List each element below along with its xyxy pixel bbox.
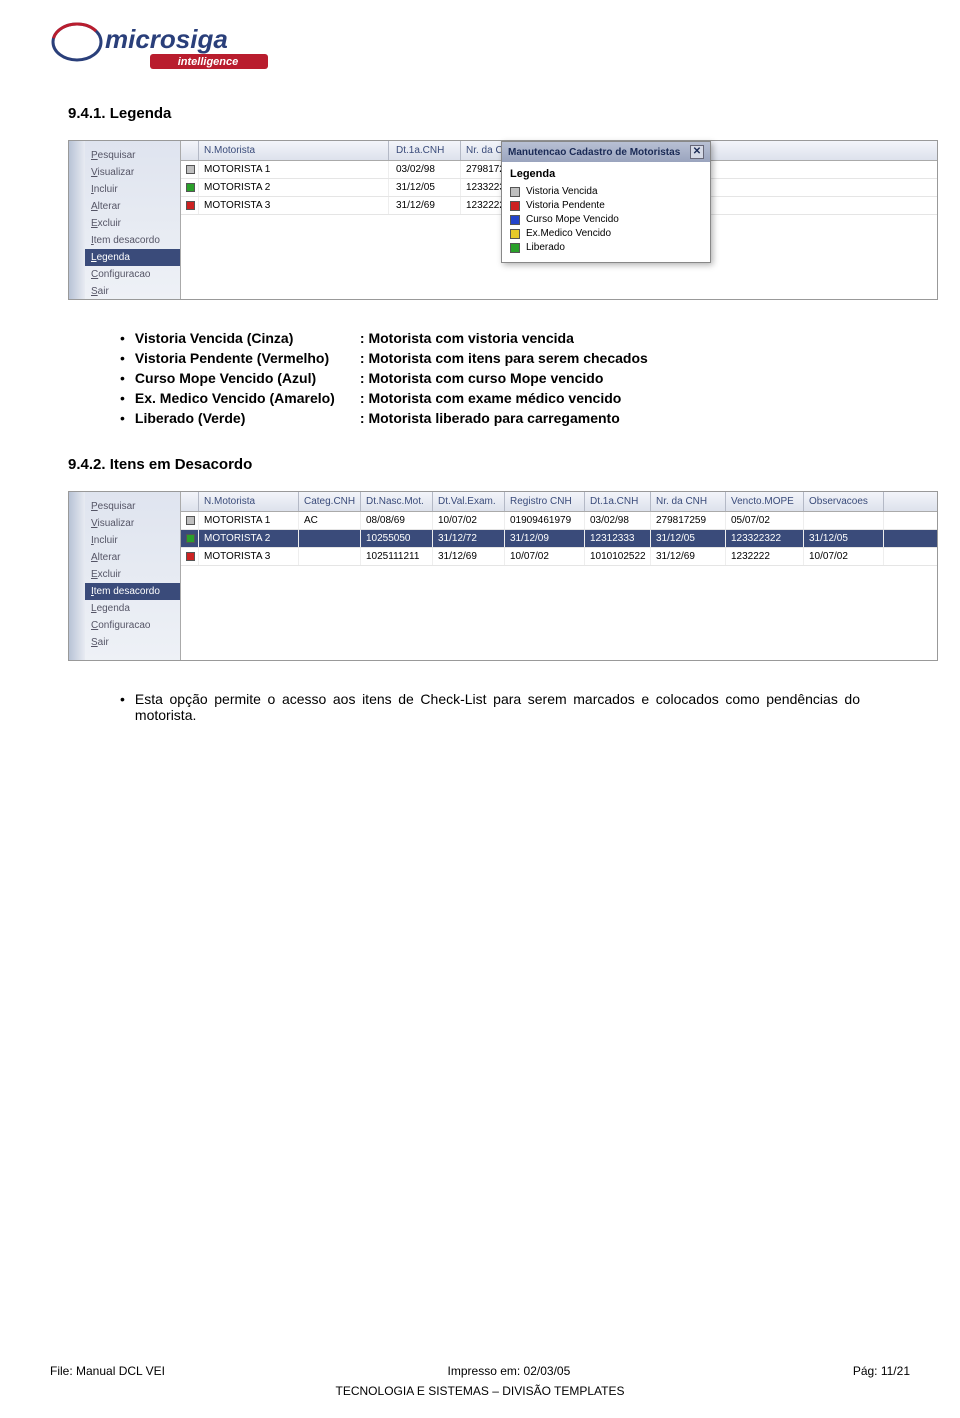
- legend-item: Vistoria Vencida: [510, 186, 702, 197]
- table-row[interactable]: MOTORISTA 1AC08/08/6910/07/0201909461979…: [181, 512, 937, 530]
- column-header[interactable]: Categ.CNH: [299, 492, 361, 511]
- column-header[interactable]: Dt.1a.CNH: [391, 141, 461, 160]
- bullet-item: •Vistoria Pendente (Vermelho): Motorista…: [120, 350, 910, 366]
- sidebar-item[interactable]: Visualizar: [85, 164, 180, 181]
- sidebar-item[interactable]: Configuracao: [85, 617, 180, 634]
- main-panel-1: N.Motorista MOTORISTA 1MOTORISTA 2MOTORI…: [181, 141, 937, 299]
- legend-bullets: •Vistoria Vencida (Cinza): Motorista com…: [120, 330, 910, 426]
- sidebar-item[interactable]: Pesquisar: [85, 147, 180, 164]
- legend-popup: Manutencao Cadastro de Motoristas ✕ Lege…: [501, 141, 711, 263]
- screenshot-desacordo: PesquisarVisualizarIncluirAlterarExcluir…: [68, 491, 938, 661]
- column-header[interactable]: Dt.Nasc.Mot.: [361, 492, 433, 511]
- footer-center: Impresso em: 02/03/05: [448, 1364, 571, 1378]
- section-title-2: 9.4.2. Itens em Desacordo: [68, 456, 910, 473]
- table-row[interactable]: MOTORISTA 21025505031/12/7231/12/0912312…: [181, 530, 937, 548]
- sidebar-item[interactable]: Sair: [85, 634, 180, 651]
- popup-title-text: Manutencao Cadastro de Motoristas: [508, 147, 680, 158]
- sidebar-item[interactable]: Excluir: [85, 215, 180, 232]
- footer-sub: TECNOLOGIA E SISTEMAS – DIVISÃO TEMPLATE…: [0, 1384, 960, 1398]
- paragraph-text: Esta opção permite o acesso aos itens de…: [135, 691, 860, 723]
- close-icon[interactable]: ✕: [690, 145, 704, 159]
- bullet-icon: •: [120, 691, 125, 707]
- side-gradient: [69, 492, 85, 660]
- section-title-1: 9.4.1. Legenda: [68, 105, 910, 122]
- table-row[interactable]: MOTORISTA 1: [181, 161, 391, 179]
- sidebar-item[interactable]: Visualizar: [85, 515, 180, 532]
- side-gradient: [69, 141, 85, 299]
- page-footer: File: Manual DCL VEI Impresso em: 02/03/…: [50, 1364, 910, 1378]
- column-header[interactable]: Nr. da CNH: [651, 492, 726, 511]
- column-header[interactable]: [181, 141, 199, 160]
- screenshot-legenda: PesquisarVisualizarIncluirAlterarExcluir…: [68, 140, 938, 300]
- sidebar-item[interactable]: Incluir: [85, 181, 180, 198]
- legend-item: Liberado: [510, 242, 702, 253]
- popup-titlebar: Manutencao Cadastro de Motoristas ✕: [502, 142, 710, 162]
- sidebar-item[interactable]: Sair: [85, 283, 180, 300]
- sidebar-item[interactable]: Alterar: [85, 549, 180, 566]
- column-header[interactable]: Dt.1a.CNH: [585, 492, 651, 511]
- column-header[interactable]: [181, 492, 199, 511]
- sidebar-item[interactable]: Item desacordo: [85, 232, 180, 249]
- footer-left: File: Manual DCL VEI: [50, 1364, 165, 1378]
- svg-text:intelligence: intelligence: [178, 56, 239, 68]
- table-header-left: N.Motorista: [181, 141, 391, 161]
- bullet-item: •Vistoria Vencida (Cinza): Motorista com…: [120, 330, 910, 346]
- bullet-item: •Curso Mope Vencido (Azul): Motorista co…: [120, 370, 910, 386]
- column-header[interactable]: N.Motorista: [199, 492, 299, 511]
- bullet-item: •Liberado (Verde): Motorista liberado pa…: [120, 410, 910, 426]
- table-row[interactable]: MOTORISTA 3102511121131/12/6910/07/02101…: [181, 548, 937, 566]
- body-paragraph: • Esta opção permite o acesso aos itens …: [120, 691, 860, 723]
- main-panel-2: N.MotoristaCateg.CNHDt.Nasc.Mot.Dt.Val.E…: [181, 492, 937, 660]
- table-row[interactable]: MOTORISTA 3: [181, 197, 391, 215]
- bullet-item: •Ex. Medico Vencido (Amarelo): Motorista…: [120, 390, 910, 406]
- sidebar-2: PesquisarVisualizarIncluirAlterarExcluir…: [85, 492, 181, 660]
- column-header[interactable]: Vencto.MOPE: [726, 492, 804, 511]
- sidebar-item[interactable]: Legenda: [85, 249, 180, 266]
- column-header[interactable]: Dt.Val.Exam.: [433, 492, 505, 511]
- legend-item: Ex.Medico Vencido: [510, 228, 702, 239]
- sidebar-item[interactable]: Excluir: [85, 566, 180, 583]
- popup-label: Legenda: [510, 168, 702, 180]
- sidebar-item[interactable]: Configuracao: [85, 266, 180, 283]
- legend-item: Vistoria Pendente: [510, 200, 702, 211]
- legend-item: Curso Mope Vencido: [510, 214, 702, 225]
- column-header[interactable]: Registro CNH: [505, 492, 585, 511]
- sidebar-item[interactable]: Item desacordo: [85, 583, 180, 600]
- sidebar-1: PesquisarVisualizarIncluirAlterarExcluir…: [85, 141, 181, 299]
- table-header-2: N.MotoristaCateg.CNHDt.Nasc.Mot.Dt.Val.E…: [181, 492, 937, 512]
- column-header[interactable]: Observacoes: [804, 492, 884, 511]
- footer-right: Pág: 11/21: [853, 1364, 910, 1378]
- column-header[interactable]: N.Motorista: [199, 141, 389, 160]
- table-row[interactable]: MOTORISTA 2: [181, 179, 391, 197]
- logo: microsiga intelligence: [50, 20, 280, 80]
- sidebar-item[interactable]: Legenda: [85, 600, 180, 617]
- sidebar-item[interactable]: Incluir: [85, 532, 180, 549]
- sidebar-item[interactable]: Alterar: [85, 198, 180, 215]
- sidebar-item[interactable]: Pesquisar: [85, 498, 180, 515]
- svg-text:microsiga: microsiga: [105, 24, 228, 54]
